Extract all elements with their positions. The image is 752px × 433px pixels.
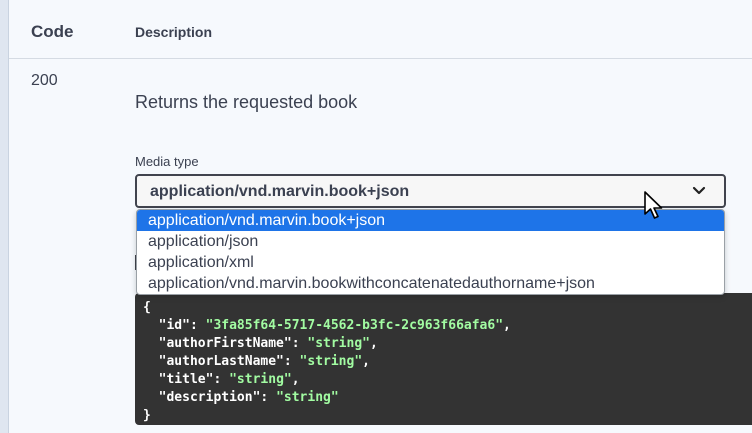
- json-key-author-first-name: "authorFirstName": [158, 336, 292, 351]
- example-value-code-block: { "id": "3fa85f64-5717-4562-b3fc-2c963f6…: [135, 293, 752, 425]
- media-type-option-book-concatenated-json[interactable]: application/vnd.marvin.bookwithconcatena…: [137, 273, 724, 294]
- json-value-id: "3fa85f64-5717-4562-b3fc-2c963f66afa6": [205, 318, 504, 333]
- media-type-select[interactable]: application/vnd.marvin.book+json: [135, 174, 726, 208]
- media-type-label: Media type: [135, 154, 199, 169]
- mouse-pointer-icon: [644, 191, 663, 219]
- column-header-description: Description: [135, 24, 213, 40]
- media-type-option-xml[interactable]: application/xml: [137, 252, 724, 273]
- chevron-down-icon: [692, 186, 706, 195]
- media-type-option-json[interactable]: application/json: [137, 231, 724, 252]
- media-type-dropdown-list[interactable]: application/vnd.marvin.book+json applica…: [136, 209, 725, 295]
- json-value-title: "string": [229, 372, 292, 387]
- media-type-option-book-json[interactable]: application/vnd.marvin.book+json: [137, 210, 724, 231]
- json-value-author-first-name: "string": [307, 336, 370, 351]
- json-comma: ,: [291, 372, 300, 387]
- column-header-code: Code: [31, 22, 74, 41]
- json-key-author-last-name: "authorLastName": [158, 354, 284, 369]
- json-open-brace: {: [143, 300, 151, 315]
- json-key-title: "title": [158, 372, 214, 387]
- media-type-selected-value: application/vnd.marvin.book+json: [150, 183, 410, 200]
- json-comma: ,: [370, 336, 378, 351]
- json-key-id: "id": [158, 318, 190, 333]
- responses-table-header: [9, 0, 752, 59]
- left-panel-border: [0, 0, 9, 433]
- json-value-description: "string": [276, 390, 339, 405]
- json-key-description: "description": [158, 390, 261, 405]
- response-description: Returns the requested book: [135, 92, 358, 112]
- json-close-brace: }: [143, 408, 151, 423]
- json-comma: ,: [362, 354, 370, 369]
- response-status-code: 200: [31, 72, 58, 89]
- json-value-author-last-name: "string": [299, 354, 363, 369]
- json-comma: ,: [503, 318, 511, 333]
